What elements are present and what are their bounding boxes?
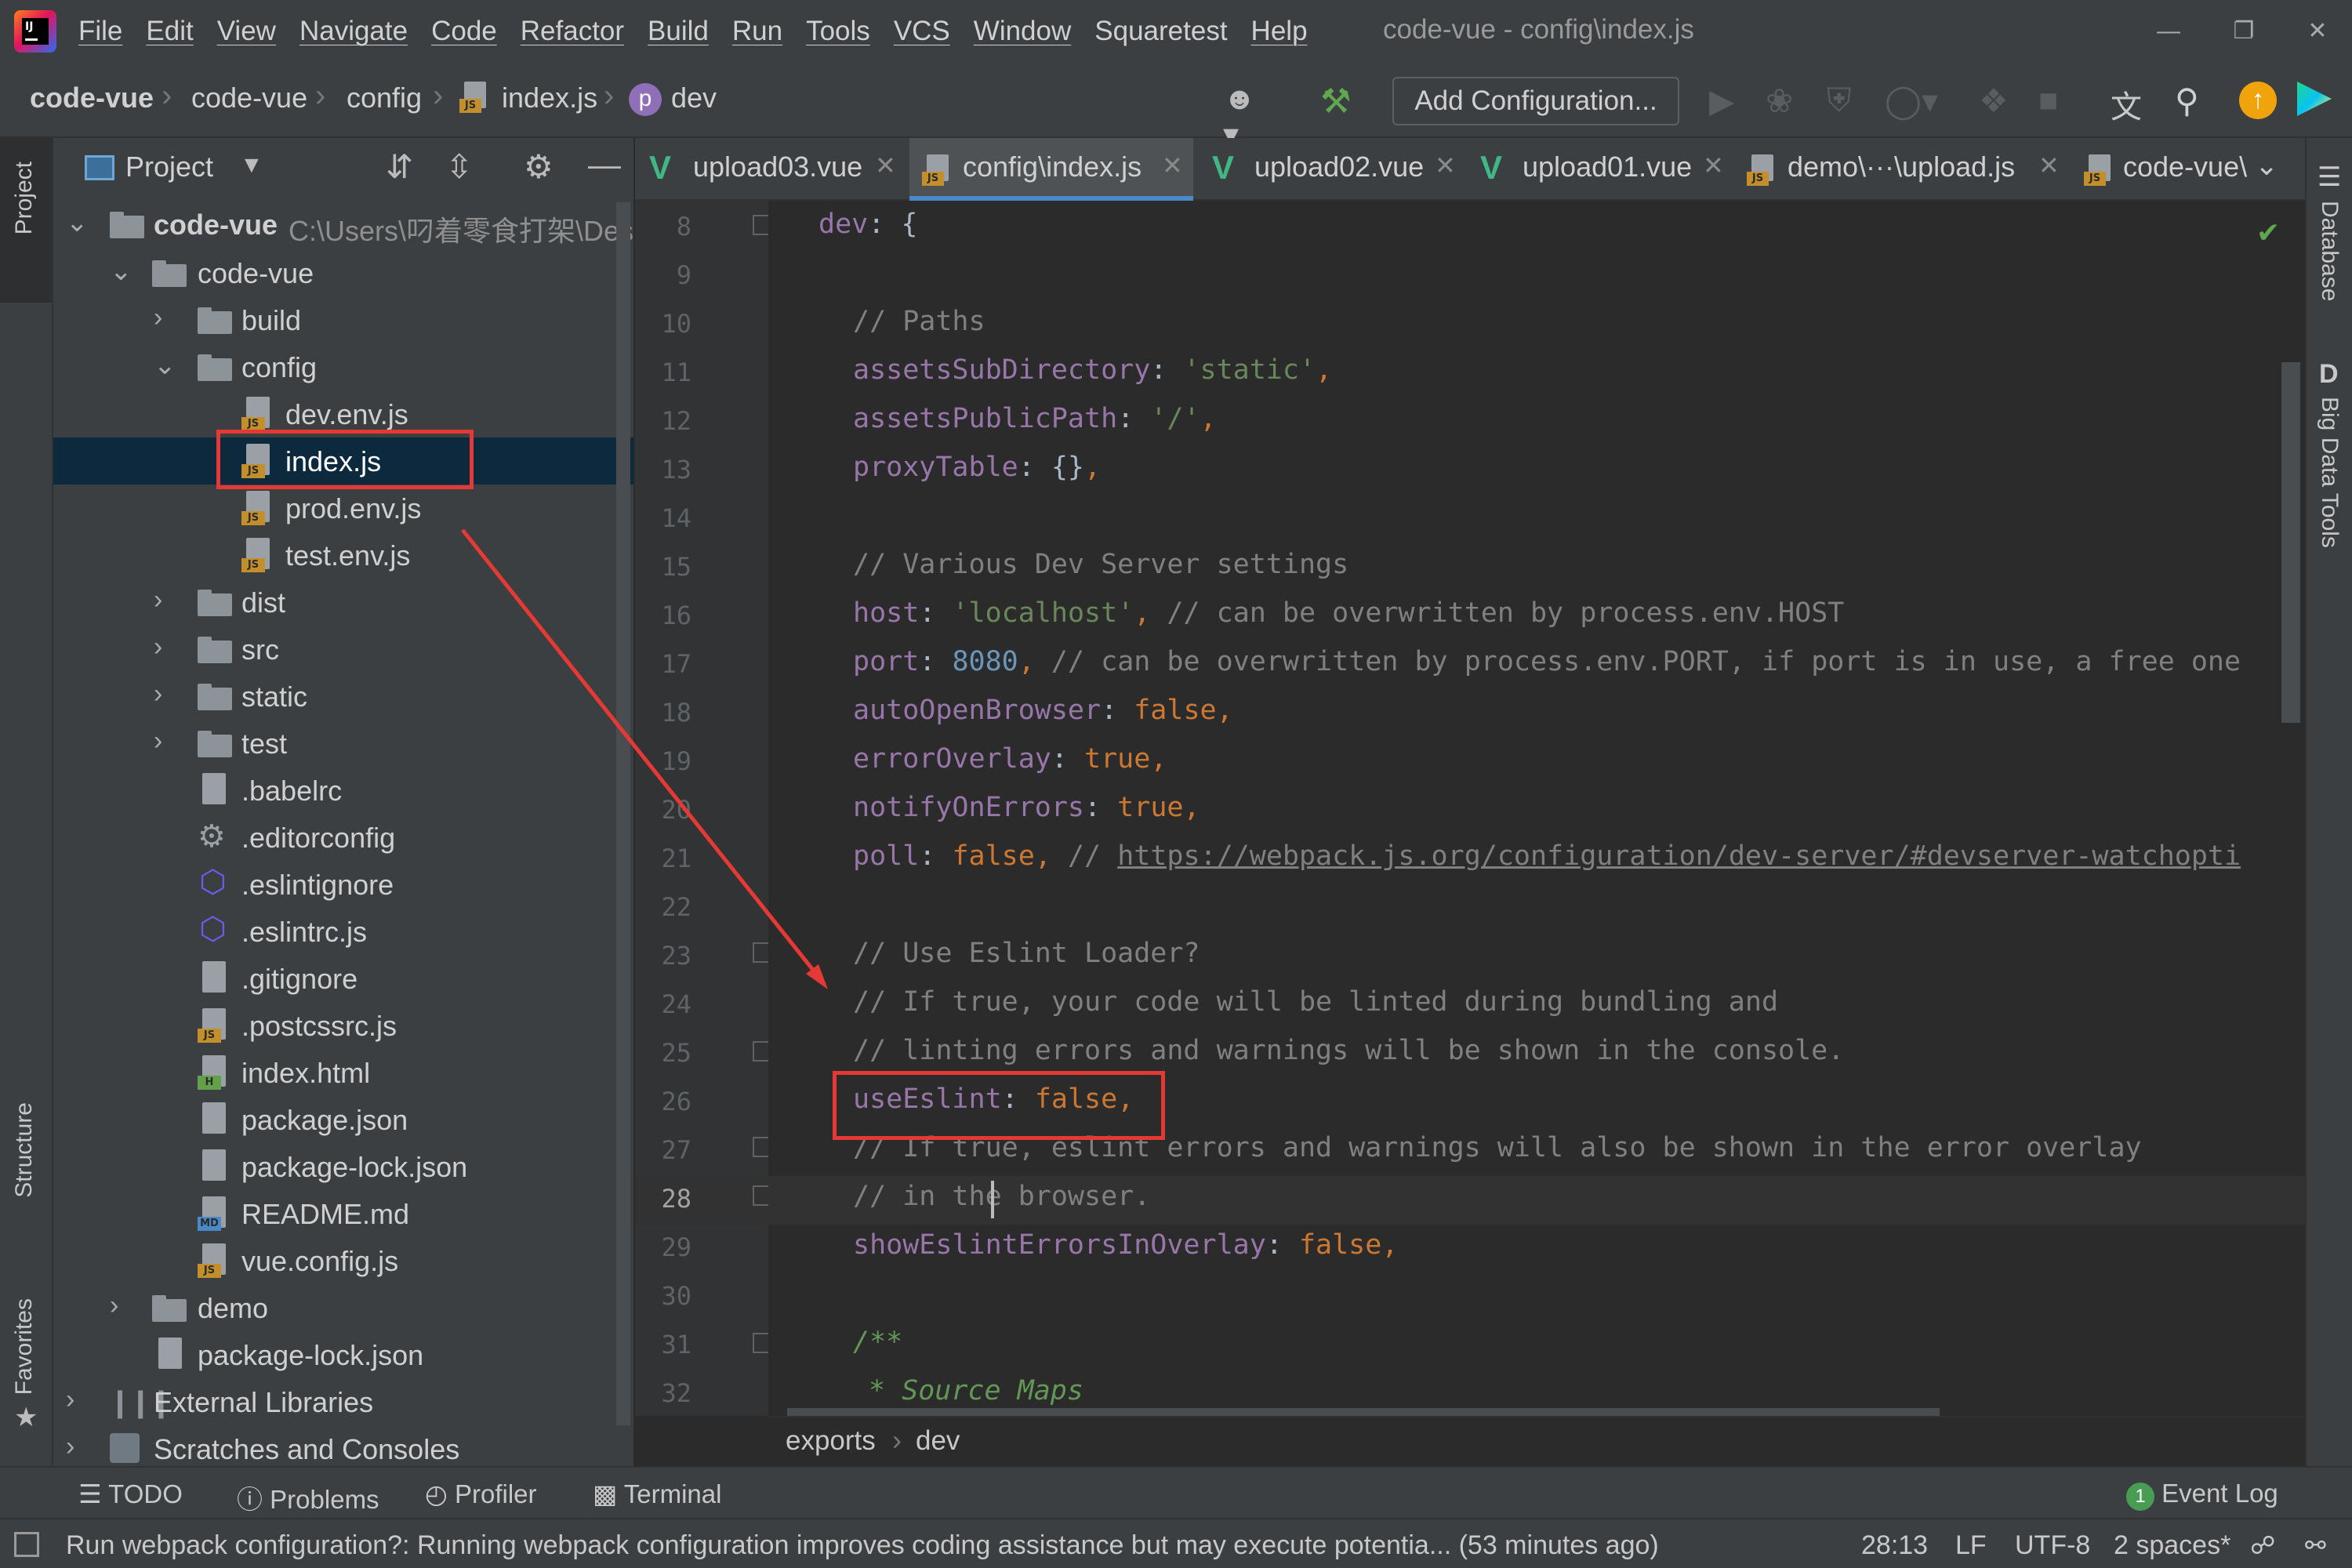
annotation-arrow: [461, 528, 828, 989]
